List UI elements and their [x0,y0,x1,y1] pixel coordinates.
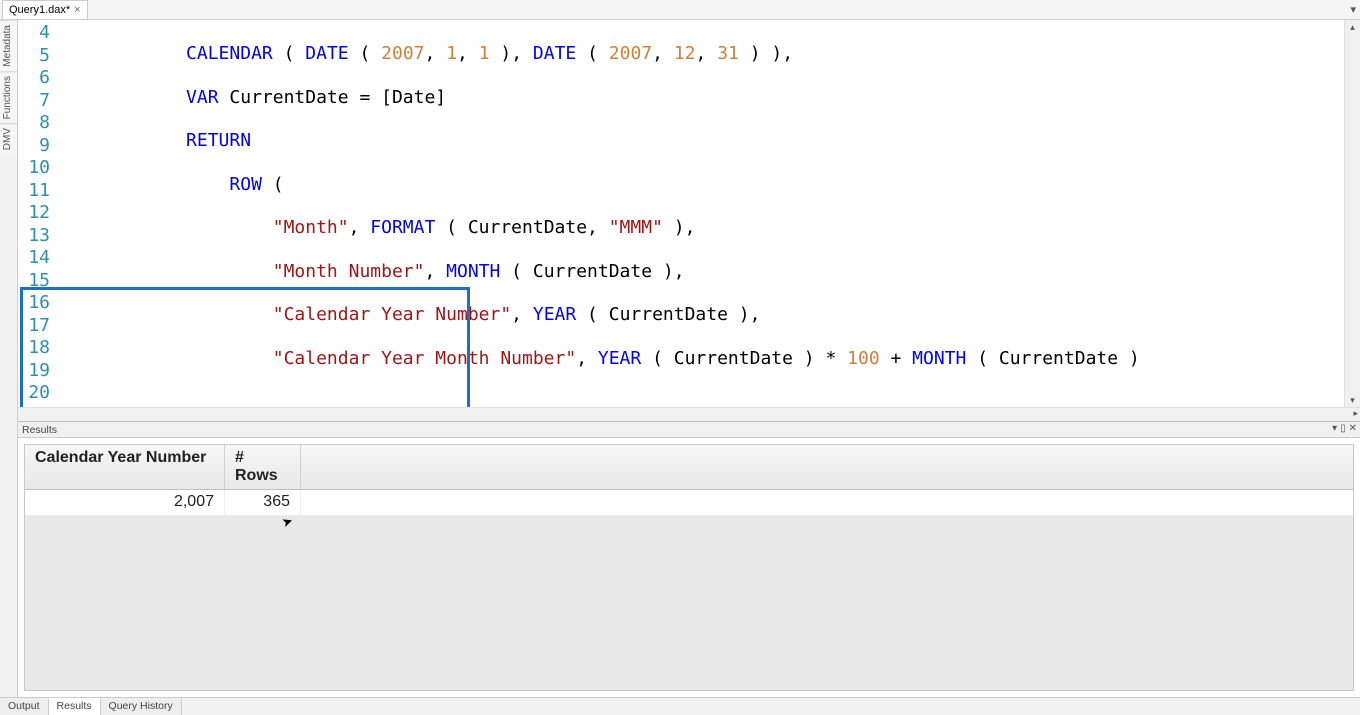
line-gutter: 4 5 6 7 8 9 10 11 12 13 14 15 16 17 18 1… [18,20,56,407]
line-number: 13 [18,225,56,248]
cell-rows: 365 [225,490,301,515]
line-number: 20 [18,382,56,405]
line-number: 10 [18,157,56,180]
tab-query-history[interactable]: Query History [101,698,182,715]
table-row[interactable]: 2,007 365 [25,490,1353,516]
code-content[interactable]: CALENDAR ( DATE ( 2007, 1, 1 ), DATE ( 2… [56,20,1344,407]
line-number: 18 [18,337,56,360]
dropdown-icon[interactable]: ▾ [1332,423,1337,434]
scroll-right-icon[interactable]: ▸ [1353,408,1358,419]
document-tab[interactable]: Query1.dax* × [2,0,88,19]
side-tab-strip: Metadata Functions DMV [0,20,18,697]
results-panel: Results ▾ ▯ ✕ Calendar Year Number # Row… [18,421,1360,697]
line-number: 7 [18,90,56,113]
column-header-rows[interactable]: # Rows [225,445,301,489]
vertical-scrollbar[interactable]: ▴ ▾ [1344,20,1360,407]
close-icon[interactable]: ✕ [1349,423,1357,434]
bottom-tab-strip: Output Results Query History [0,697,1360,715]
scroll-down-icon[interactable]: ▾ [1345,393,1360,407]
line-number: 11 [18,180,56,203]
line-number: 6 [18,67,56,90]
line-number: 9 [18,135,56,158]
side-tab-functions[interactable]: Functions [0,71,17,123]
document-tab-label: Query1.dax* [9,4,70,16]
main-area: Metadata Functions DMV 4 5 6 7 8 9 10 11… [0,20,1360,697]
line-number: 19 [18,360,56,383]
line-number: 14 [18,247,56,270]
line-number: 15 [18,270,56,293]
side-tab-dmv[interactable]: DMV [0,123,17,154]
code-editor[interactable]: 4 5 6 7 8 9 10 11 12 13 14 15 16 17 18 1… [18,20,1360,407]
cell-year: 2,007 [25,490,225,515]
close-icon[interactable]: × [74,5,80,16]
grid-body: 2,007 365 [25,490,1353,516]
editor-pane: 4 5 6 7 8 9 10 11 12 13 14 15 16 17 18 1… [18,20,1360,697]
line-number: 17 [18,315,56,338]
line-number: 12 [18,202,56,225]
results-title-bar: Results ▾ ▯ ✕ [18,422,1360,438]
results-title: Results [22,424,57,436]
grid-header-row: Calendar Year Number # Rows [25,445,1353,490]
line-number: 4 [18,22,56,45]
document-tab-strip: Query1.dax* × ▾ [0,0,1360,20]
tab-output[interactable]: Output [0,698,49,715]
results-grid[interactable]: Calendar Year Number # Rows 2,007 365 [24,444,1354,691]
side-tab-metadata[interactable]: Metadata [0,20,17,71]
results-grid-wrap: Calendar Year Number # Rows 2,007 365 ➤ [18,438,1360,697]
column-header-year[interactable]: Calendar Year Number [25,445,225,489]
line-number: 5 [18,45,56,68]
pin-icon[interactable]: ▯ [1340,423,1346,434]
line-number: 16 [18,292,56,315]
dropdown-icon[interactable]: ▾ [1350,3,1356,16]
scroll-up-icon[interactable]: ▴ [1345,20,1360,34]
tab-results[interactable]: Results [49,698,101,715]
app-root: Query1.dax* × ▾ Metadata Functions DMV 4… [0,0,1360,715]
horizontal-scrollbar[interactable]: ▸ [18,407,1360,421]
line-number: 8 [18,112,56,135]
